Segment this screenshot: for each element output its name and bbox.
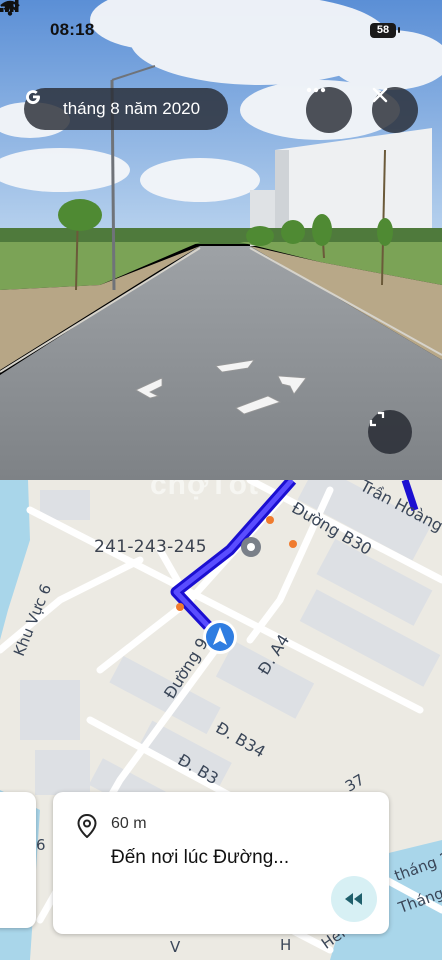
more-options-button[interactable] xyxy=(306,87,352,133)
address-label: 241-243-245 xyxy=(94,537,207,557)
address-pin-icon[interactable] xyxy=(241,537,261,557)
poi-dot xyxy=(289,540,297,548)
more-icon xyxy=(306,87,326,93)
step-distance: 60 m xyxy=(111,815,147,832)
rewind-icon xyxy=(345,893,362,905)
wifi-icon xyxy=(0,0,20,16)
poi-dot xyxy=(176,603,184,611)
street-label-edge-h: H xyxy=(280,936,292,954)
navigation-step-card[interactable]: 60 m Đến nơi lúc Đường... xyxy=(53,792,389,934)
imagery-date-chip[interactable]: tháng 8 năm 2020 xyxy=(24,88,228,130)
battery-indicator: 58 xyxy=(370,23,396,38)
step-instruction: Đến nơi lúc Đường... xyxy=(111,847,290,868)
battery-tip xyxy=(398,27,400,33)
close-icon xyxy=(372,87,388,103)
street-view-panel[interactable]: 08:18 58 tháng 8 năm 2020 xyxy=(0,0,442,480)
street-view-image[interactable] xyxy=(0,0,442,480)
street-label-edge-v: V xyxy=(170,938,181,956)
poi-dot xyxy=(266,516,274,524)
street-label-edge-6: 6 xyxy=(36,836,46,854)
status-time: 08:18 xyxy=(50,20,95,39)
expand-icon xyxy=(369,411,385,427)
location-pin-icon xyxy=(77,814,97,838)
imagery-date-label: tháng 8 năm 2020 xyxy=(63,99,201,118)
status-bar: 08:18 58 xyxy=(0,0,442,64)
previous-step-card[interactable] xyxy=(0,792,36,928)
expand-button[interactable] xyxy=(368,410,412,454)
watermark: chợTốt xyxy=(150,480,259,501)
close-button[interactable] xyxy=(372,87,418,133)
replay-button[interactable] xyxy=(331,876,377,922)
